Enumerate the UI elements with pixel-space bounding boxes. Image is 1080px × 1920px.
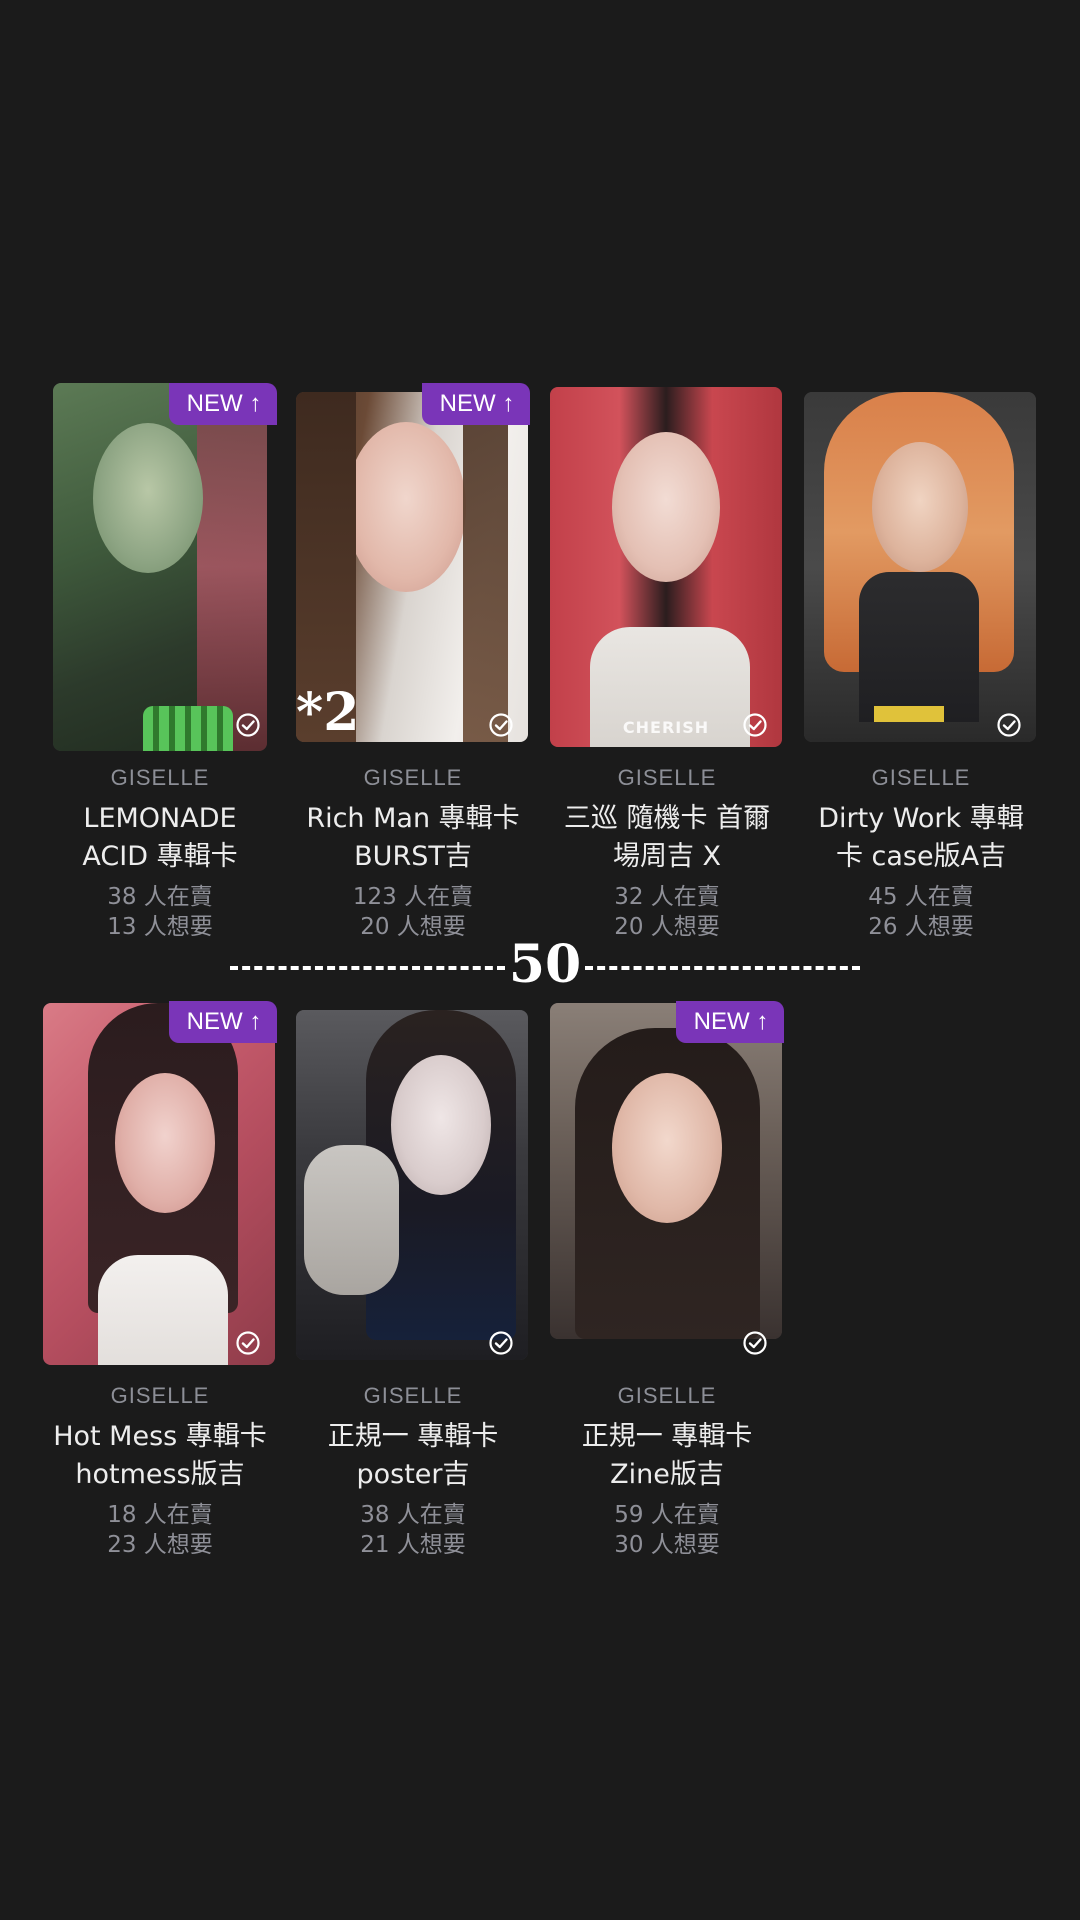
new-badge: NEW ↑ [422, 383, 530, 425]
selling-count: 18 人在賣 [107, 1502, 213, 1528]
photocard-image[interactable] [804, 392, 1036, 742]
card-stats: 123 人在賣 20 人想要 [296, 882, 530, 942]
photocard-image[interactable] [296, 1010, 528, 1360]
artist-name: GISELLE [363, 765, 463, 790]
check-circle-icon[interactable] [742, 1330, 768, 1356]
selling-count: 38 人在賣 [360, 1502, 466, 1528]
check-circle-icon[interactable] [235, 1330, 261, 1356]
selling-count: 59 人在賣 [614, 1502, 720, 1528]
check-circle-icon[interactable] [996, 712, 1022, 738]
card-stats: 38 人在賣 21 人想要 [296, 1500, 530, 1560]
card-stats: 45 人在賣 26 人想要 [804, 882, 1038, 942]
selling-count: 32 人在賣 [614, 884, 720, 910]
card-title[interactable]: Rich Man 專輯卡 BURST吉 [288, 800, 538, 876]
quantity-multiplier-annotation: *2 [296, 682, 360, 743]
wanting-count: 21 人想要 [360, 1532, 466, 1558]
check-circle-icon[interactable] [235, 712, 261, 738]
artist-name: GISELLE [617, 765, 717, 790]
card-title[interactable]: LEMONADE ACID 專輯卡 [35, 800, 285, 876]
card-title[interactable]: Hot Mess 專輯卡 hotmess版吉 [35, 1418, 285, 1494]
card-title[interactable]: 三巡 隨機卡 首爾 場周吉 X [542, 800, 792, 876]
card-title[interactable]: 正規一 專輯卡 Zine版吉 [542, 1418, 792, 1494]
divider-dashes-right [585, 966, 860, 970]
section-divider: 50 [230, 935, 860, 995]
selling-count: 45 人在賣 [868, 884, 974, 910]
artist-name: GISELLE [363, 1383, 463, 1408]
artist-name: GISELLE [110, 765, 210, 790]
photocard-image[interactable] [43, 1003, 275, 1365]
divider-number: 50 [508, 934, 582, 995]
divider-dashes-left [230, 966, 505, 970]
card-title[interactable]: Dirty Work 專輯 卡 case版A吉 [796, 800, 1046, 876]
card-title[interactable]: 正規一 專輯卡 poster吉 [288, 1418, 538, 1494]
check-circle-icon[interactable] [488, 1330, 514, 1356]
selling-count: 123 人在賣 [352, 884, 474, 910]
artist-name: GISELLE [110, 1383, 210, 1408]
wanting-count: 23 人想要 [107, 1532, 213, 1558]
selling-count: 38 人在賣 [107, 884, 213, 910]
new-badge: NEW ↑ [169, 383, 277, 425]
photocard-image[interactable] [550, 1003, 782, 1339]
new-badge: NEW ↑ [676, 1001, 784, 1043]
artist-name: GISELLE [617, 1383, 717, 1408]
photocard-image[interactable]: CHERISH [550, 387, 782, 747]
card-stats: 18 人在賣 23 人想要 [43, 1500, 277, 1560]
card-stats: 59 人在賣 30 人想要 [550, 1500, 784, 1560]
check-circle-icon[interactable] [488, 712, 514, 738]
card-stats: 38 人在賣 13 人想要 [43, 882, 277, 942]
artist-name: GISELLE [871, 765, 971, 790]
check-circle-icon[interactable] [742, 712, 768, 738]
new-badge: NEW ↑ [169, 1001, 277, 1043]
wanting-count: 30 人想要 [614, 1532, 720, 1558]
photocard-image[interactable] [53, 383, 267, 751]
card-stats: 32 人在賣 20 人想要 [550, 882, 784, 942]
